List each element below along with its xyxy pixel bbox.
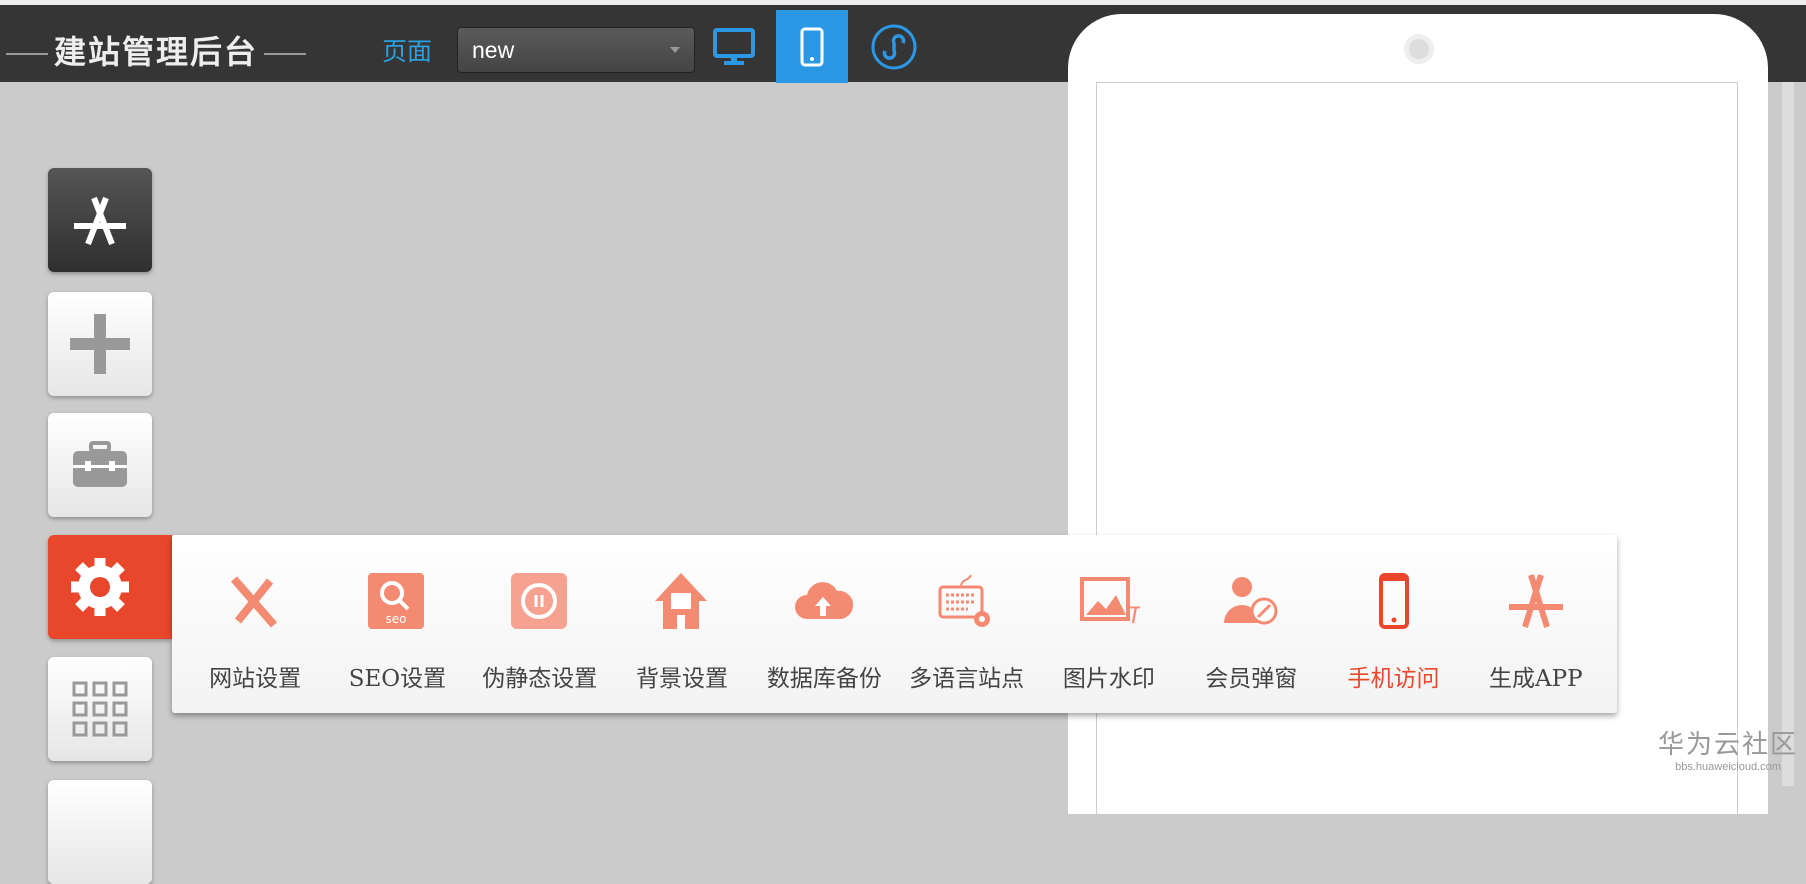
mini-program-button[interactable] <box>858 10 930 83</box>
mobile-preview-screen[interactable] <box>1096 82 1738 842</box>
settings-menu-item[interactable]: T 图片水印 <box>1038 571 1180 713</box>
image-watermark-icon: T <box>1079 577 1140 629</box>
sidebar-settings-button[interactable] <box>48 535 172 639</box>
sidebar-toolbox-button[interactable] <box>48 413 152 517</box>
watermark: 华为云社区 bbs.huaweicloud.com <box>1658 724 1798 773</box>
seo-icon: seo <box>368 573 425 629</box>
cloud-upload-icon <box>795 582 854 619</box>
settings-menu: 网站设置 seo SEO设置 伪静态设置 背景设置 数据库备份 多语言站点 T 图片水印 会员弹窗… <box>172 535 1617 713</box>
camera-icon <box>1404 34 1434 64</box>
desktop-view-button[interactable] <box>698 10 770 83</box>
app-store-icon <box>74 196 126 246</box>
tools-icon <box>231 576 278 628</box>
settings-menu-item-label: 手机访问 <box>1347 666 1440 692</box>
mini-program-icon <box>871 24 917 69</box>
settings-menu-item[interactable]: 数据库备份 <box>753 571 895 713</box>
app-store-icon <box>1508 574 1563 628</box>
sidebar-modules-button[interactable] <box>48 657 152 761</box>
rewrite-icon <box>510 573 567 629</box>
settings-menu-item-label: 多语言站点 <box>909 666 1025 692</box>
mobile-icon <box>1378 573 1409 629</box>
mobile-view-button[interactable] <box>776 10 848 83</box>
sidebar-add-button[interactable] <box>48 292 152 396</box>
settings-menu-item[interactable]: 会员弹窗 <box>1180 571 1322 713</box>
grid-icon <box>72 681 128 737</box>
app-title: 建站管理后台 <box>54 33 259 71</box>
scrollbar[interactable] <box>1782 82 1794 786</box>
settings-menu-item-label: 数据库备份 <box>766 666 882 692</box>
settings-menu-item[interactable]: 网站设置 <box>184 571 326 713</box>
watermark-url: bbs.huaweicloud.com <box>1675 761 1781 773</box>
svg-text:seo: seo <box>386 612 407 626</box>
chevron-down-icon <box>670 47 680 58</box>
settings-menu-item-label: SEO设置 <box>348 666 447 692</box>
page-select[interactable]: new <box>457 27 695 73</box>
brand: 建站管理后台 <box>0 27 312 73</box>
watermark-title: 华为云社区 <box>1658 730 1799 760</box>
settings-menu-item[interactable]: 手机访问 <box>1322 571 1464 713</box>
background-icon <box>655 573 708 629</box>
page-select-value: new <box>472 37 515 63</box>
svg-text:T: T <box>1128 604 1140 629</box>
settings-menu-item-label: 图片水印 <box>1062 666 1155 692</box>
keyboard-gear-icon <box>938 574 990 627</box>
sidebar-app-button[interactable] <box>48 168 152 272</box>
member-popup-icon <box>1224 577 1278 625</box>
page-label: 页面 <box>382 37 433 66</box>
settings-menu-item-label: 会员弹窗 <box>1205 666 1298 692</box>
settings-menu-item-label: 背景设置 <box>636 666 729 692</box>
mobile-icon <box>800 27 824 66</box>
toolbox-icon <box>73 441 127 487</box>
plus-icon <box>70 314 130 374</box>
settings-menu-item-label: 伪静态设置 <box>482 666 598 692</box>
settings-menu-item[interactable]: 生成APP <box>1465 571 1607 713</box>
settings-menu-item-label: 网站设置 <box>209 666 302 692</box>
settings-menu-item[interactable]: 多语言站点 <box>895 571 1037 713</box>
desktop-icon <box>713 27 755 65</box>
settings-menu-item[interactable]: 背景设置 <box>611 571 753 713</box>
settings-menu-item[interactable]: 伪静态设置 <box>469 571 611 713</box>
gear-icon <box>71 558 129 616</box>
settings-menu-item-label: 生成APP <box>1489 666 1583 692</box>
settings-menu-item[interactable]: seo SEO设置 <box>326 571 468 713</box>
sidebar-more-button[interactable] <box>48 780 152 884</box>
